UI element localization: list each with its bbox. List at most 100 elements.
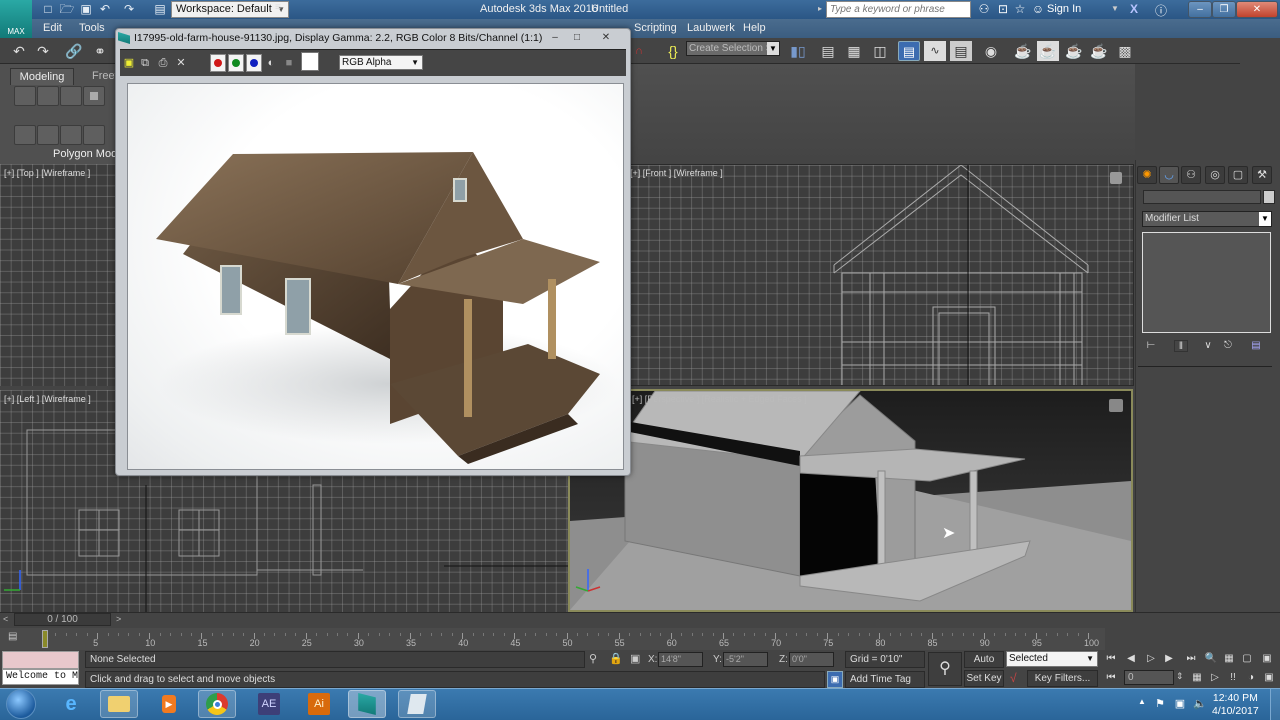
add-time-tag-button[interactable]: Add Time Tag [845,671,925,688]
scene-explorer-icon[interactable]: ▦ [843,41,865,61]
zoom-extents-icon[interactable]: ▢ [1238,652,1256,666]
viewcube-icon[interactable] [1109,399,1123,412]
ribbon-tool-button[interactable] [83,125,105,145]
dialog-close-button[interactable]: ✕ [593,31,619,45]
menu-edit[interactable]: Edit [43,22,62,34]
start-button[interactable] [6,689,36,719]
snap-spinner-icon[interactable]: ∩ [628,41,650,61]
ribbon-tool-button[interactable] [83,86,105,106]
display-icon[interactable]: ▢ [1228,166,1248,184]
favorites-star-icon[interactable]: ☆ [1012,2,1028,16]
utilities-icon[interactable]: ⚒ [1252,166,1272,184]
open-file-icon[interactable]: 🗁 [59,2,75,16]
time-tag-icon[interactable]: ▣ [827,671,843,688]
schematic-view-icon[interactable]: ▤ [950,41,972,61]
app-logo-button[interactable]: MAX [0,0,32,38]
window-minimize-button[interactable]: – [1188,1,1212,18]
viewport-perspective[interactable]: ➤ [568,389,1133,612]
toggle-ribbon-icon[interactable]: ▤ [898,41,920,61]
clear-image-icon[interactable]: ✕ [174,56,188,70]
ribbon-tool-button[interactable] [60,125,82,145]
edit-named-selection-icon[interactable]: {} [662,41,684,61]
viewport-top-label[interactable]: [+] [Top ] [Wireframe ] [4,168,90,178]
menu-scripting[interactable]: Scripting [634,22,677,34]
x-coordinate-field[interactable]: 14'8" [658,652,703,667]
align-icon[interactable]: ▤ [817,41,839,61]
chrome-icon[interactable] [198,690,236,718]
menu-tools[interactable]: Tools [79,22,105,34]
redo-icon[interactable]: ↷ [121,2,137,16]
sign-in-dropdown-icon[interactable]: ▼ [1111,4,1119,13]
default-tangents-icon[interactable]: √ [1010,671,1017,685]
remove-modifier-icon[interactable]: ⎋ [1221,340,1235,352]
save-icon[interactable]: ▣ [78,2,94,16]
red-channel-toggle[interactable] [210,54,226,72]
sign-in-button[interactable]: Sign In [1047,3,1081,15]
undo-icon[interactable]: ↶ [97,2,113,16]
viewport-front-label[interactable]: [+] [Front ] [Wireframe ] [630,168,723,178]
maxscript-output[interactable]: Welcome to M [2,669,79,685]
exchange-apps-icon[interactable]: X [1126,2,1142,16]
viewport-left-label[interactable]: [+] [Left ] [Wireframe ] [4,394,91,404]
isolate-selection-icon[interactable]: ⚲ [589,652,597,665]
zoom-icon[interactable]: 🔍 [1202,652,1220,666]
user-icon[interactable]: ☺ [1030,2,1046,16]
zoom-extents-all-icon[interactable]: ▣ [1258,652,1276,666]
motion-icon[interactable]: ◎ [1205,166,1225,184]
maximize-viewport-icon[interactable]: ▣ [1260,671,1278,685]
image-viewer-window[interactable]: I17995-old-farm-house-91130.jpg, Display… [115,28,631,476]
dialog-minimize-button[interactable]: – [544,31,566,45]
modifier-list-dropdown[interactable]: Modifier List ▼ [1142,211,1272,227]
show-desktop-button[interactable] [1270,689,1280,720]
search-input[interactable] [826,1,971,18]
object-name-field[interactable] [1143,190,1261,204]
dialog-maximize-button[interactable]: □ [566,31,588,45]
channel-display-dropdown[interactable]: RGB Alpha ▼ [339,55,423,70]
system-clock[interactable]: 12:40 PM 4/10/2017 [1212,692,1259,718]
network-icon[interactable]: ▣ [1173,697,1187,711]
notepad-icon[interactable] [398,690,436,718]
hierarchy-icon[interactable]: ⚇ [1181,166,1201,184]
rendered-image-area[interactable] [127,83,624,470]
auto-key-button[interactable]: Auto Key [964,651,1004,680]
window-restore-button[interactable]: ❐ [1212,1,1236,18]
z-coordinate-field[interactable]: 0'0" [789,652,834,667]
object-color-swatch[interactable] [1263,190,1275,204]
modifier-stack[interactable] [1142,232,1271,333]
ribbon-tool-button[interactable] [37,86,59,106]
ribbon-tool-button[interactable] [37,125,59,145]
frame-spinner-icon[interactable]: ⇕ [1176,671,1184,682]
render-production-icon[interactable]: ☕ [1063,41,1085,61]
alpha-channel-icon[interactable]: ◐ [264,56,278,70]
create-icon[interactable]: ✺ [1137,166,1157,184]
duplicate-image-icon[interactable]: ⧉ [138,56,152,70]
zoom-all-icon[interactable]: ▦ [1220,652,1238,666]
viewport-front[interactable] [626,164,1134,386]
project-folder-icon[interactable]: ▤ [152,2,168,16]
help-icon[interactable]: ⓘ [1153,2,1169,19]
rendered-frame-window-icon[interactable]: ☕ [1037,41,1059,61]
blue-channel-toggle[interactable] [246,54,262,72]
mirror-icon[interactable]: ▮▯ [787,41,809,61]
internet-explorer-icon[interactable]: e [52,690,90,718]
go-to-end-icon[interactable]: ⏭ [1182,652,1200,666]
go-to-start-icon[interactable]: ⏮ [1102,652,1120,666]
media-player-icon[interactable]: ▶ [150,690,188,718]
monochrome-icon[interactable]: ■ [282,56,296,70]
tab-modeling[interactable]: Modeling [10,68,74,85]
viewport-perspective-label[interactable]: [+] [Perspective ] [Realistic + Edged Fa… [632,394,807,404]
modify-icon[interactable]: ◡ [1159,166,1179,184]
orbit-icon[interactable]: ◑ [1242,671,1260,685]
track-bar[interactable] [0,628,1105,650]
key-mode-toggle-icon[interactable]: ⏮ [1102,671,1120,685]
green-channel-toggle[interactable] [228,54,244,72]
ribbon-tool-button[interactable] [14,86,36,106]
menu-laubwerk[interactable]: Laubwerk [687,22,735,34]
set-key-button[interactable]: Set Key [964,670,1004,687]
current-frame-field[interactable]: 0 [1124,670,1174,685]
time-configuration-icon[interactable]: ▦ [1188,671,1206,685]
unlink-icon[interactable]: ⚭ [89,41,111,61]
volume-muted-icon[interactable]: 🔈 [1193,697,1207,711]
named-selection-set-dropdown[interactable]: Create Selection Se ▼ [686,41,780,56]
current-frame-marker[interactable] [42,630,48,648]
